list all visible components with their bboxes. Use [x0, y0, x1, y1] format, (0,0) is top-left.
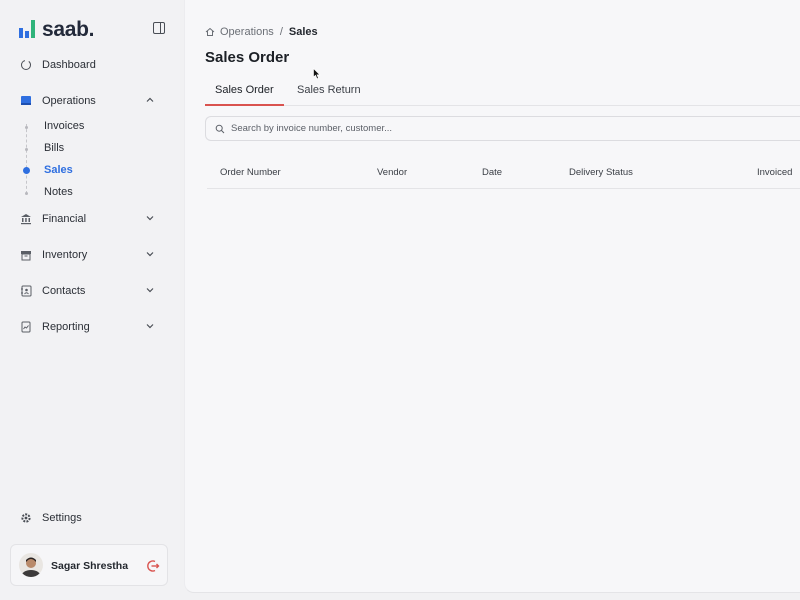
- sidebar-item-settings[interactable]: Settings: [20, 510, 82, 526]
- contacts-book-icon: [20, 285, 32, 297]
- sidebar-subitem-invoices[interactable]: Invoices: [44, 118, 84, 134]
- logout-icon[interactable]: [146, 559, 160, 573]
- user-profile-card[interactable]: Sagar Shrestha: [10, 544, 168, 586]
- settings-label: Settings: [42, 512, 82, 524]
- breadcrumb-parent[interactable]: Operations: [220, 26, 274, 38]
- brand-name: saab.: [42, 18, 95, 41]
- sidebar-item-label: Financial: [42, 213, 87, 225]
- home-icon[interactable]: [205, 27, 215, 37]
- sidebar: saab. Dashboard Operations Invoices Bill…: [0, 0, 180, 600]
- sidebar-item-reporting[interactable]: Reporting: [20, 317, 160, 337]
- sidebar-subitem-notes[interactable]: Notes: [44, 184, 73, 200]
- column-header-invoiced[interactable]: Invoiced: [757, 167, 792, 178]
- brand-logo[interactable]: saab.: [18, 18, 168, 42]
- tab-bar: Sales Order Sales Return: [205, 80, 800, 106]
- submenu-active-dot: [23, 167, 30, 174]
- sidebar-subitem-bills[interactable]: Bills: [44, 140, 64, 156]
- sidebar-subitem-sales[interactable]: Sales: [44, 162, 73, 178]
- sidebar-item-label: Inventory: [42, 249, 88, 261]
- breadcrumb: Operations / Sales: [205, 25, 318, 39]
- submenu-dot: [25, 126, 28, 129]
- column-header-date[interactable]: Date: [482, 167, 502, 178]
- search-bar: [205, 116, 800, 141]
- column-header-delivery-status[interactable]: Delivery Status: [569, 167, 633, 178]
- sidebar-item-inventory[interactable]: Inventory: [20, 245, 160, 265]
- chevron-down-icon: [146, 252, 154, 257]
- sidebar-item-label: Reporting: [42, 321, 90, 333]
- user-name: Sagar Shrestha: [51, 560, 129, 572]
- mouse-cursor-icon: [313, 68, 321, 80]
- page-title: Sales Order: [205, 49, 290, 66]
- avatar: [19, 553, 43, 577]
- submenu-connector: [26, 124, 27, 194]
- sidebar-item-label: Contacts: [42, 285, 86, 297]
- chevron-down-icon: [146, 288, 154, 293]
- chevron-up-icon: [146, 97, 154, 102]
- dashboard-icon: [20, 59, 32, 71]
- tab-sales-return[interactable]: Sales Return: [297, 84, 361, 106]
- breadcrumb-separator: /: [279, 26, 283, 38]
- search-icon: [215, 124, 225, 133]
- search-input[interactable]: [231, 123, 731, 134]
- sidebar-item-dashboard[interactable]: Dashboard: [20, 55, 160, 75]
- operations-icon: [20, 95, 32, 107]
- submenu-dot: [25, 148, 28, 151]
- sidebar-item-financial[interactable]: Financial: [20, 209, 160, 229]
- chevron-down-icon: [146, 216, 154, 221]
- chevron-down-icon: [146, 324, 154, 329]
- sidebar-item-operations[interactable]: Operations: [20, 91, 160, 111]
- table-header: Order Number Vendor Date Delivery Status…: [207, 156, 800, 189]
- column-header-order-number[interactable]: Order Number: [220, 167, 281, 178]
- sidebar-item-contacts[interactable]: Contacts: [20, 281, 160, 301]
- tab-sales-order[interactable]: Sales Order: [205, 84, 284, 106]
- submenu-dot: [25, 192, 28, 195]
- gear-icon: [21, 513, 31, 523]
- collapse-sidebar-icon[interactable]: [152, 21, 166, 35]
- logo-mark-icon: [19, 20, 35, 38]
- bank-icon: [20, 213, 32, 225]
- column-header-vendor[interactable]: Vendor: [377, 167, 407, 178]
- sidebar-item-label: Operations: [42, 95, 96, 107]
- report-icon: [20, 321, 32, 333]
- sidebar-item-label: Dashboard: [42, 59, 96, 71]
- archive-icon: [20, 249, 32, 261]
- main-content: Operations / Sales Sales Order Sales Ord…: [184, 0, 800, 593]
- breadcrumb-current: Sales: [288, 26, 318, 38]
